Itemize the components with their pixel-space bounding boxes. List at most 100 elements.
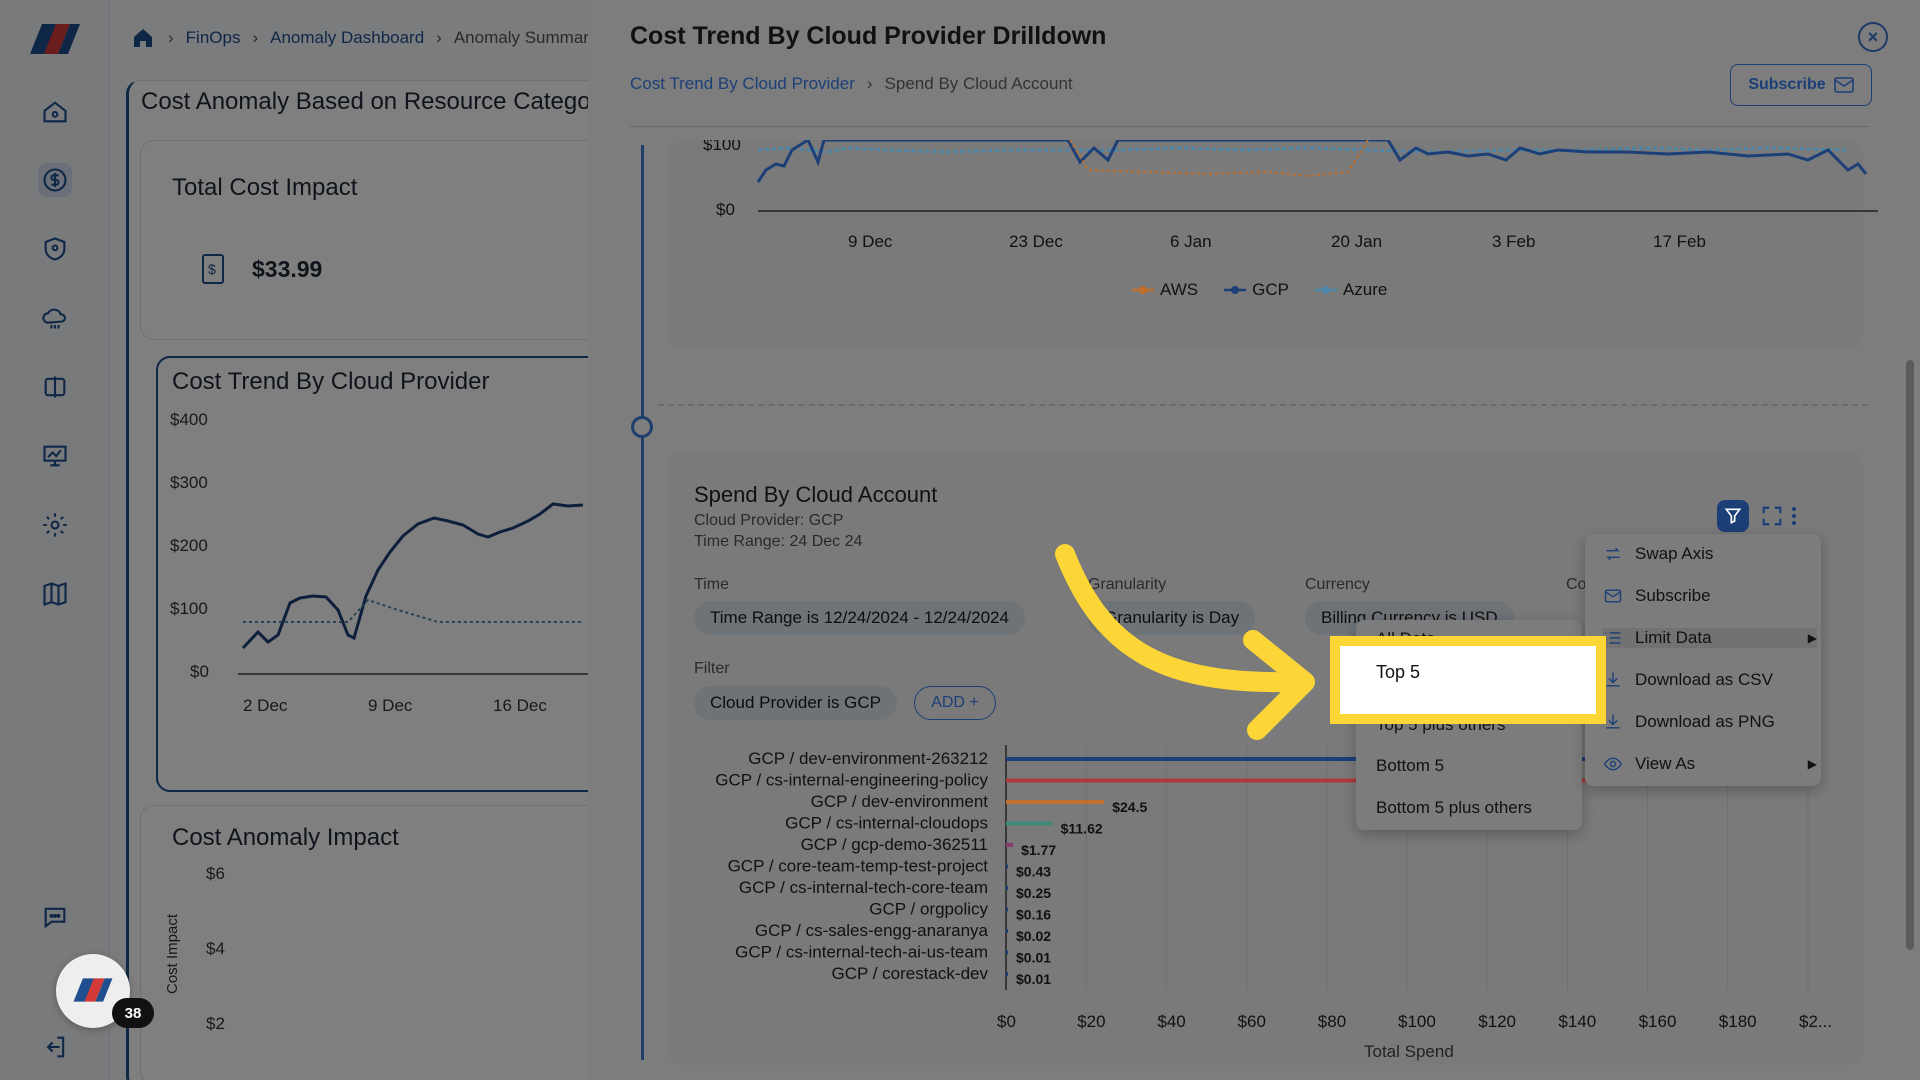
limit-option-top5[interactable]: Top 5 (1376, 662, 1420, 683)
drawer-breadcrumb-link[interactable]: Cost Trend By Cloud Provider (630, 74, 855, 94)
download-icon (1606, 672, 1620, 687)
notification-badge: 38 (112, 998, 154, 1028)
mail-icon (1833, 77, 1854, 93)
fab-logo-icon (73, 978, 113, 1002)
bar-category-label: GCP / core-team-temp-test-project (728, 857, 989, 876)
bar-data-label: $0.43 (1016, 864, 1051, 880)
legend-item[interactable]: Azure (1314, 280, 1388, 300)
provider-filter-chip[interactable]: Cloud Provider is GCP (694, 686, 898, 720)
spend-provider-label: Cloud Provider: (694, 512, 805, 529)
legend-label: AWS (1160, 280, 1199, 299)
bar-category-label: GCP / gcp-demo-362511 (801, 835, 988, 854)
highlighted-top5-option[interactable]: Top 5 (1330, 636, 1606, 724)
filter-icon[interactable] (1717, 500, 1749, 532)
bar-category-label: GCP / cs-internal-tech-core-team (739, 878, 988, 897)
bar-x-tick: $140 (1558, 1012, 1596, 1031)
bar-mark (1006, 972, 1008, 976)
bar-mark (1006, 886, 1008, 890)
spend-range-value: 24 Dec 24 (789, 533, 863, 550)
swap-icon (1606, 547, 1620, 561)
time-filter-label: Time (694, 576, 729, 593)
subscribe-button[interactable]: Subscribe (1730, 64, 1872, 106)
bar-mark (1006, 843, 1014, 847)
bar-data-label: $1.77 (1021, 842, 1056, 858)
legend-swatch-icon (1132, 286, 1154, 294)
bar-category-label: GCP / dev-environment (811, 792, 989, 811)
spend-bar-chart: $0 $20 $40 $60 $80 $100 $120 $140 $160 $180 $2... T… (715, 745, 1832, 1061)
bar-data-label: $0.02 (1016, 928, 1051, 944)
bar-data-label: $0.16 (1016, 907, 1051, 923)
legend-item[interactable]: AWS (1132, 280, 1198, 300)
menu-swap-axis[interactable]: Swap Axis (1603, 544, 1803, 564)
menu-view-as-label: View As (1635, 754, 1696, 773)
bar-x-tick: $2... (1799, 1012, 1832, 1031)
timeline-dashed-divider (658, 404, 1868, 406)
menu-download-csv-label: Download as CSV (1635, 670, 1773, 689)
chart-context-menu: Swap Axis Subscribe Limit Data ▶ Download… (1585, 534, 1821, 786)
top-x-tick: 3 Feb (1492, 232, 1536, 251)
bar-data-label: $0.01 (1016, 971, 1051, 987)
menu-subscribe[interactable]: Subscribe (1603, 586, 1803, 606)
bar-category-label: GCP / corestack-dev (831, 964, 988, 983)
bar-category-label: GCP / cs-internal-engineering-policy (715, 771, 988, 790)
bar-x-tick: $120 (1478, 1012, 1516, 1031)
menu-download-csv[interactable]: Download as CSV (1603, 670, 1803, 690)
menu-swap-axis-label: Swap Axis (1635, 544, 1714, 563)
top-x-tick: 9 Dec (848, 232, 893, 251)
top-x-tick: 17 Feb (1653, 232, 1706, 251)
bar-x-tick: $160 (1639, 1012, 1677, 1031)
bar-category-label: GCP / dev-environment-263212 (748, 749, 988, 768)
top-y-tick: $100 (703, 140, 741, 154)
bar-category-label: GCP / cs-internal-tech-ai-us-team (735, 943, 988, 962)
top-y-tick: $0 (716, 200, 735, 219)
drilldown-drawer: Cost Trend By Cloud Provider Drilldown ×… (588, 0, 1920, 1080)
download-icon (1606, 714, 1620, 729)
bar-x-axis-label: Total Spend (1364, 1042, 1454, 1061)
legend-item[interactable]: GCP (1224, 280, 1289, 300)
more-options-icon[interactable] (1784, 500, 1804, 532)
co-filter-label: Co (1566, 576, 1587, 593)
timeline-node[interactable] (631, 416, 653, 438)
drawer-breadcrumb-current: Spend By Cloud Account (884, 74, 1073, 93)
limit-option-bottom5-others[interactable]: Bottom 5 plus others (1376, 798, 1532, 818)
bar-mark (1006, 864, 1008, 869)
subscribe-label: Subscribe (1748, 76, 1826, 93)
limit-option-bottom5[interactable]: Bottom 5 (1376, 756, 1444, 776)
bar-x-tick: $20 (1077, 1012, 1105, 1031)
spend-range-label: Time Range: (694, 533, 785, 550)
bar-x-tick: $40 (1157, 1012, 1185, 1031)
bar-mark (1006, 800, 1105, 804)
legend-label: GCP (1252, 280, 1289, 299)
bar-data-label: $0.25 (1016, 885, 1051, 901)
bar-x-tick: $180 (1719, 1012, 1757, 1031)
eye-icon (1603, 757, 1623, 771)
menu-download-png-label: Download as PNG (1635, 712, 1775, 731)
drawer-scrollbar[interactable] (1906, 360, 1914, 950)
top-x-tick: 6 Jan (1170, 232, 1212, 251)
menu-download-png[interactable]: Download as PNG (1603, 712, 1803, 732)
drawer-breadcrumb: Cost Trend By Cloud Provider › Spend By … (630, 74, 1073, 94)
close-icon[interactable]: × (1858, 22, 1888, 52)
mail-icon (1604, 589, 1622, 603)
menu-limit-data[interactable]: Limit Data ▶ (1603, 628, 1817, 648)
chevron-right-icon: ▶ (1807, 631, 1817, 645)
list-icon (1605, 632, 1621, 644)
bar-x-tick: $60 (1238, 1012, 1266, 1031)
top-x-tick: 23 Dec (1009, 232, 1063, 251)
spend-range: Time Range: 24 Dec 24 (694, 533, 862, 551)
drawer-divider (630, 126, 1870, 127)
menu-view-as[interactable]: View As ▶ (1603, 754, 1817, 774)
legend-label: Azure (1342, 280, 1388, 299)
bar-mark (1006, 950, 1008, 955)
bar-x-tick: $0 (997, 1012, 1016, 1031)
bar-category-label: GCP / orgpolicy (869, 900, 988, 919)
breadcrumb-separator: › (866, 74, 873, 93)
time-range-chip[interactable]: Time Range is 12/24/2024 - 12/24/2024 (694, 601, 1025, 635)
top-x-tick: 20 Jan (1331, 232, 1383, 251)
add-filter-button[interactable]: ADD + (914, 686, 996, 720)
spend-provider: Cloud Provider: GCP (694, 512, 843, 530)
bar-category-label: GCP / cs-internal-cloudops (785, 814, 988, 833)
top-azure-line (757, 146, 1849, 154)
spend-provider-value: GCP (808, 512, 844, 529)
legend-swatch-icon (1224, 286, 1247, 294)
